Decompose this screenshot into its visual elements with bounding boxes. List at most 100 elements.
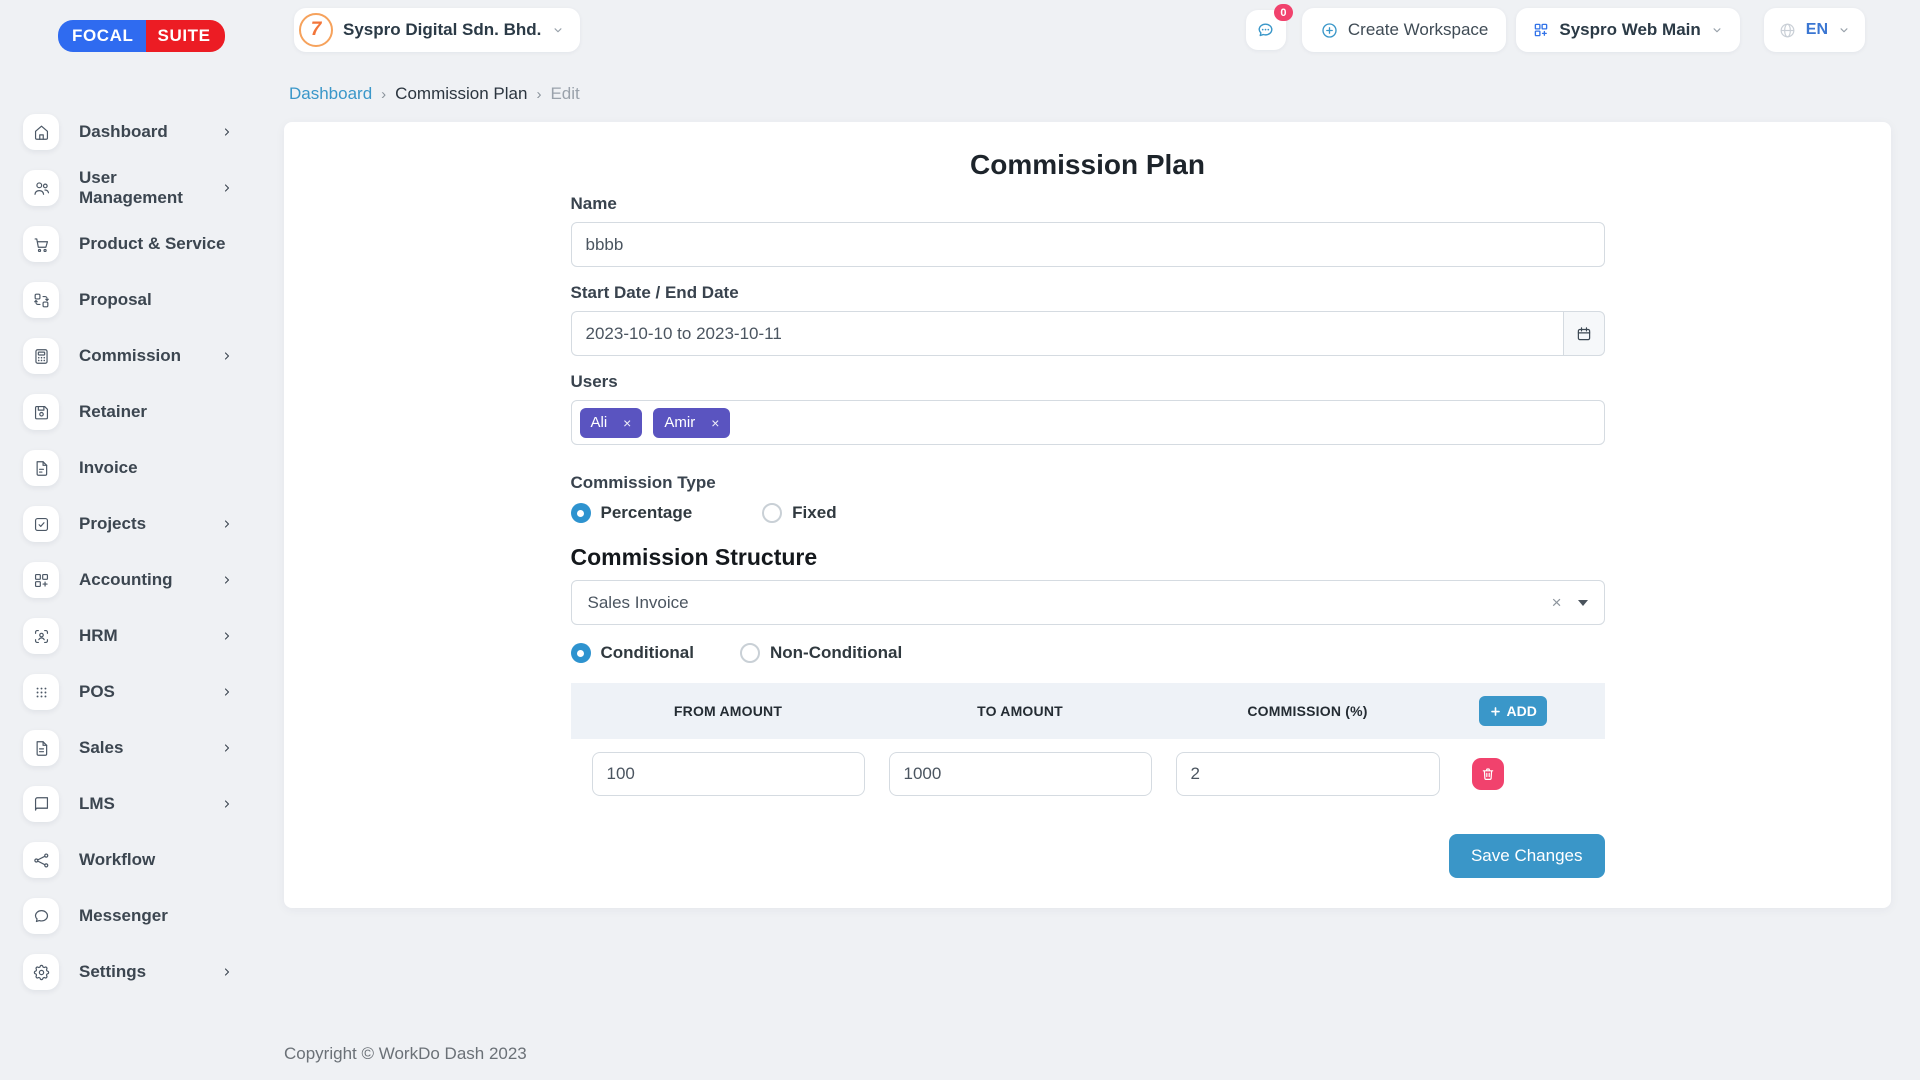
breadcrumb-commission-plan: Commission Plan	[395, 84, 528, 103]
sidebar-item-label: HRM	[79, 626, 118, 645]
sidebar-item-lms[interactable]: LMS	[0, 776, 285, 832]
name-label: Name	[570, 194, 617, 213]
workflow-icon	[23, 842, 59, 878]
radio-unselected-icon	[762, 503, 783, 523]
structure-mode-options: Conditional Non-Conditional	[570, 643, 1605, 663]
language-label: EN	[1805, 21, 1828, 38]
sidebar-item-label: Messenger	[79, 906, 168, 925]
commission-structure-heading: Commission Structure	[570, 544, 818, 570]
column-header-to-amount: TO AMOUNT	[977, 703, 1063, 719]
workspace-logo-icon: 7	[299, 13, 333, 47]
sidebar-item-messenger[interactable]: Messenger	[0, 888, 285, 944]
users-label: Users	[570, 372, 618, 391]
user-tag-label: Ali	[590, 414, 608, 431]
users-multiselect[interactable]: Ali × Amir ×	[570, 400, 1605, 445]
sidebar-item-proposal[interactable]: Proposal	[0, 272, 285, 328]
caret-down-icon	[1577, 599, 1588, 606]
home-icon	[23, 114, 59, 150]
breadcrumb: Dashboard › Commission Plan › Edit	[289, 84, 580, 104]
chevron-right-icon	[221, 966, 233, 978]
column-header-commission: COMMISSION (%)	[1247, 703, 1368, 719]
radio-percentage[interactable]: Percentage	[570, 503, 692, 523]
sidebar-item-commission[interactable]: Commission	[0, 328, 285, 384]
breadcrumb-dashboard[interactable]: Dashboard	[289, 84, 372, 104]
sidebar-item-label: Invoice	[79, 458, 138, 477]
grid-plus-icon	[1532, 21, 1550, 39]
create-workspace-button[interactable]: Create Workspace	[1301, 8, 1507, 52]
clear-selection-icon[interactable]: ×	[1552, 593, 1562, 613]
sidebar-item-projects[interactable]: Projects	[0, 496, 285, 552]
user-scan-icon	[23, 618, 59, 654]
sidebar-item-product-service[interactable]: Product & Service	[0, 216, 285, 272]
name-input[interactable]	[570, 222, 1605, 267]
page-title: Commission Plan	[970, 149, 1205, 180]
active-workspace-selector[interactable]: Syspro Web Main	[1516, 8, 1740, 52]
sidebar-item-sales[interactable]: Sales	[0, 720, 285, 776]
breadcrumb-separator: ›	[536, 85, 542, 103]
sidebar-item-retainer[interactable]: Retainer	[0, 384, 285, 440]
sidebar-item-pos[interactable]: POS	[0, 664, 285, 720]
sidebar-item-label: LMS	[79, 794, 115, 813]
chevron-right-icon	[221, 182, 233, 194]
chevron-down-icon	[1710, 23, 1724, 37]
users-icon	[23, 170, 59, 206]
globe-icon	[1778, 21, 1797, 40]
workspace-name: Syspro Digital Sdn. Bhd.	[343, 20, 542, 39]
breadcrumb-separator: ›	[381, 85, 387, 103]
radio-selected-icon	[570, 643, 591, 663]
chevron-right-icon	[221, 574, 233, 586]
sidebar-item-workflow[interactable]: Workflow	[0, 832, 285, 888]
commission-table-row	[571, 739, 1605, 796]
sidebar-item-label: Dashboard	[79, 122, 168, 141]
calculator-icon	[23, 338, 59, 374]
gear-icon	[23, 954, 59, 990]
topbar-actions: 0 Create Workspace Syspro Web Main EN	[1245, 4, 1865, 52]
language-selector[interactable]: EN	[1763, 8, 1865, 52]
active-workspace-label: Syspro Web Main	[1559, 20, 1701, 39]
company-workspace-selector[interactable]: 7 Syspro Digital Sdn. Bhd.	[294, 8, 581, 52]
file-invoice-icon	[23, 450, 59, 486]
commission-type-label: Commission Type	[570, 473, 716, 492]
remove-tag-icon[interactable]: ×	[623, 415, 631, 431]
add-row-button[interactable]: ADD	[1478, 696, 1547, 726]
commission-plan-card: Commission Plan Name Start Date / End Da…	[284, 122, 1891, 908]
remove-tag-icon[interactable]: ×	[711, 415, 719, 431]
sidebar-item-invoice[interactable]: Invoice	[0, 440, 285, 496]
radio-conditional[interactable]: Conditional	[570, 643, 694, 663]
floppy-icon	[23, 394, 59, 430]
app-logo[interactable]: FOCAL SUITE	[58, 20, 225, 52]
sidebar-item-hrm[interactable]: HRM	[0, 608, 285, 664]
dots-grid-icon	[23, 674, 59, 710]
radio-selected-icon	[570, 503, 591, 523]
delete-row-button[interactable]	[1471, 758, 1504, 790]
sidebar-item-accounting[interactable]: Accounting	[0, 552, 285, 608]
sidebar-item-settings[interactable]: Settings	[0, 944, 285, 1000]
radio-non-conditional[interactable]: Non-Conditional	[739, 643, 902, 663]
sidebar-item-label: Proposal	[79, 290, 152, 309]
logo-focal: FOCAL	[58, 20, 146, 52]
calendar-button[interactable]	[1562, 311, 1605, 356]
book-icon	[23, 786, 59, 822]
commission-type-options: Percentage Fixed	[570, 503, 1605, 523]
save-changes-button[interactable]: Save Changes	[1448, 834, 1605, 878]
sidebar-item-label: Workflow	[79, 850, 156, 869]
sidebar-item-label: POS	[79, 682, 115, 701]
sidebar-item-label: Settings	[79, 962, 147, 981]
from-amount-input[interactable]	[591, 752, 865, 796]
sidebar-item-label: Projects	[79, 514, 147, 533]
sidebar-item-user-management[interactable]: User Management	[0, 160, 285, 216]
to-amount-input[interactable]	[888, 752, 1152, 796]
route-icon	[23, 282, 59, 318]
messages-button[interactable]: 0	[1245, 4, 1293, 50]
chevron-right-icon	[221, 742, 233, 754]
date-range-input[interactable]	[570, 311, 1563, 356]
logo-suite: SUITE	[145, 20, 225, 52]
structure-select[interactable]: Sales Invoice ×	[570, 580, 1605, 625]
sidebar-item-dashboard[interactable]: Dashboard	[0, 104, 285, 160]
radio-fixed[interactable]: Fixed	[762, 503, 837, 523]
chevron-down-icon	[1837, 23, 1851, 37]
user-tag: Amir ×	[653, 407, 731, 438]
chevron-right-icon	[221, 350, 233, 362]
commission-percent-input[interactable]	[1175, 752, 1440, 796]
plus-icon	[1489, 705, 1502, 718]
